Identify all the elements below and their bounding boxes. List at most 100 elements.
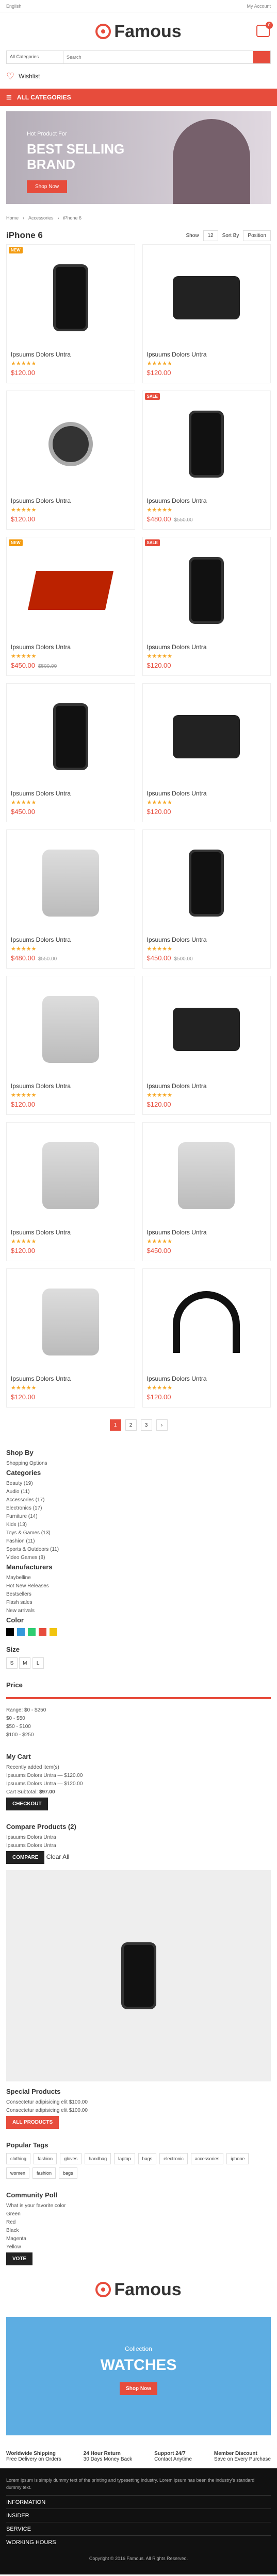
tag-link[interactable]: laptop — [114, 2153, 135, 2164]
wishlist-link[interactable]: ♡ Wishlist — [6, 71, 40, 82]
product-name[interactable]: Ipsuums Dolors Untra — [147, 936, 267, 943]
product-card[interactable]: Ipsuums Dolors Untra ★★★★★ $120.00 — [6, 391, 135, 530]
product-name[interactable]: Ipsuums Dolors Untra — [11, 936, 131, 943]
product-card[interactable]: Ipsuums Dolors Untra ★★★★★ $120.00 SALE — [142, 537, 271, 676]
product-name[interactable]: Ipsuums Dolors Untra — [147, 351, 267, 358]
tag-link[interactable]: fashion — [34, 2153, 57, 2164]
page-link[interactable]: 2 — [125, 1419, 137, 1431]
manufacturer-list-item[interactable]: Hot New Releases — [6, 1583, 271, 1589]
product-card[interactable]: Ipsuums Dolors Untra ★★★★★ $480.00 $550.0… — [142, 391, 271, 530]
all-products-button[interactable]: ALL PRODUCTS — [6, 2116, 59, 2129]
tag-link[interactable]: accessories — [190, 2153, 224, 2164]
sidebar-phone-ad[interactable] — [6, 1870, 271, 2081]
price-options-item[interactable]: $100 - $250 — [6, 1732, 271, 1738]
product-card[interactable]: Ipsuums Dolors Untra ★★★★★ $480.00 $550.0… — [6, 829, 135, 969]
shop-now-button[interactable]: Shop Now — [27, 180, 68, 193]
page-link[interactable]: › — [156, 1419, 168, 1431]
compare-button[interactable]: COMPARE — [6, 1851, 45, 1864]
search-category-select[interactable]: All Categories — [7, 51, 63, 63]
price-options-item[interactable]: $50 - $100 — [6, 1724, 271, 1730]
category-list-item[interactable]: Furniture (14) — [6, 1514, 271, 1519]
tag-link[interactable]: iphone — [226, 2153, 249, 2164]
product-name[interactable]: Ipsuums Dolors Untra — [11, 497, 131, 504]
price-options-item[interactable]: $0 - $50 — [6, 1716, 271, 1721]
category-list-item[interactable]: Beauty (19) — [6, 1481, 271, 1486]
category-list-item[interactable]: Electronics (17) — [6, 1505, 271, 1511]
product-card[interactable]: Ipsuums Dolors Untra ★★★★★ $120.00 — [6, 1122, 135, 1261]
category-list-item[interactable]: Sports & Outdoors (11) — [6, 1547, 271, 1552]
footer-menu-item[interactable]: WORKING HOURS — [6, 2535, 271, 2546]
manufacturer-list-item[interactable]: Flash sales — [6, 1600, 271, 1605]
product-name[interactable]: Ipsuums Dolors Untra — [147, 1375, 267, 1382]
product-name[interactable]: Ipsuums Dolors Untra — [11, 1375, 131, 1382]
tag-link[interactable]: handbag — [85, 2153, 111, 2164]
color-red[interactable] — [39, 1628, 46, 1636]
product-card[interactable]: Ipsuums Dolors Untra ★★★★★ $120.00 — [6, 976, 135, 1115]
product-card[interactable]: Ipsuums Dolors Untra ★★★★★ $450.00 — [6, 683, 135, 822]
manufacturer-list-item[interactable]: Maybelline — [6, 1575, 271, 1581]
footer-menu-item[interactable]: SERVICE — [6, 2522, 271, 2532]
poll-options-item[interactable]: Yellow — [6, 2244, 271, 2250]
color-yellow[interactable] — [50, 1628, 57, 1636]
search-input[interactable] — [63, 51, 253, 63]
product-card[interactable]: Ipsuums Dolors Untra ★★★★★ $120.00 — [142, 976, 271, 1115]
cart-item[interactable]: Ipsuums Dolors Untra — $120.00 — [6, 1773, 271, 1778]
product-card[interactable]: Ipsuums Dolors Untra ★★★★★ $120.00 — [142, 683, 271, 822]
tag-link[interactable]: women — [6, 2167, 30, 2179]
category-list-item[interactable]: Video Games (8) — [6, 1555, 271, 1561]
category-list-item[interactable]: Audio (11) — [6, 1489, 271, 1495]
category-list-item[interactable]: Toys & Games (13) — [6, 1530, 271, 1536]
clear-all-link[interactable]: Clear All — [46, 1853, 70, 1860]
page-link[interactable]: 1 — [109, 1419, 121, 1431]
product-name[interactable]: Ipsuums Dolors Untra — [11, 643, 131, 651]
footer-menu-item[interactable]: INFORMATION — [6, 2495, 271, 2505]
product-card[interactable]: Ipsuums Dolors Untra ★★★★★ $120.00 — [6, 1268, 135, 1408]
language-selector[interactable]: English — [6, 4, 22, 9]
product-card[interactable]: Ipsuums Dolors Untra ★★★★★ $120.00 — [142, 244, 271, 383]
product-name[interactable]: Ipsuums Dolors Untra — [147, 790, 267, 797]
page-link[interactable]: 3 — [140, 1419, 152, 1431]
cart-item[interactable]: Ipsuums Dolors Untra — $120.00 — [6, 1781, 271, 1787]
product-name[interactable]: Ipsuums Dolors Untra — [11, 1229, 131, 1236]
tag-link[interactable]: clothing — [6, 2153, 31, 2164]
product-name[interactable]: Ipsuums Dolors Untra — [147, 497, 267, 504]
product-card[interactable]: Ipsuums Dolors Untra ★★★★★ $120.00 NEW — [6, 244, 135, 383]
search-button[interactable] — [253, 51, 270, 63]
manufacturer-list-item[interactable]: Bestsellers — [6, 1591, 271, 1597]
sort-select[interactable]: Position — [243, 230, 271, 241]
product-name[interactable]: Ipsuums Dolors Untra — [147, 1229, 267, 1236]
category-list-item[interactable]: Kids (13) — [6, 1522, 271, 1528]
tag-link[interactable]: bags — [138, 2153, 157, 2164]
account-link[interactable]: My Account — [247, 4, 271, 9]
special-item[interactable]: Consectetur adipisicing elit $100.00 — [6, 2099, 271, 2105]
product-card[interactable]: Ipsuums Dolors Untra ★★★★★ $120.00 — [142, 1268, 271, 1408]
product-card[interactable]: Ipsuums Dolors Untra ★★★★★ $450.00 — [142, 1122, 271, 1261]
tag-link[interactable]: electronic — [159, 2153, 188, 2164]
poll-options-item[interactable]: Green — [6, 2211, 271, 2217]
price-slider[interactable] — [6, 1697, 271, 1699]
product-card[interactable]: Ipsuums Dolors Untra ★★★★★ $450.00 $500.0… — [142, 829, 271, 969]
product-name[interactable]: Ipsuums Dolors Untra — [147, 1082, 267, 1090]
watch-shop-button[interactable]: Shop Now — [120, 2382, 157, 2395]
vote-button[interactable]: VOTE — [6, 2252, 33, 2265]
tag-link[interactable]: gloves — [60, 2153, 82, 2164]
product-name[interactable]: Ipsuums Dolors Untra — [147, 643, 267, 651]
product-card[interactable]: Ipsuums Dolors Untra ★★★★★ $450.00 $500.0… — [6, 537, 135, 676]
all-categories-menu[interactable]: ☰ ALL CATEGORIES — [0, 89, 277, 106]
product-name[interactable]: Ipsuums Dolors Untra — [11, 351, 131, 358]
category-list-item[interactable]: Fashion (11) — [6, 1538, 271, 1544]
product-name[interactable]: Ipsuums Dolors Untra — [11, 1082, 131, 1090]
watch-collection-ad[interactable]: Collection WATCHES Shop Now — [6, 2317, 271, 2435]
footer-menu-item[interactable]: INSIDER — [6, 2509, 271, 2519]
brand-logo[interactable]: Famous — [95, 22, 182, 42]
color-green[interactable] — [28, 1628, 36, 1636]
tag-link[interactable]: fashion — [32, 2167, 56, 2179]
color-blue[interactable] — [17, 1628, 25, 1636]
show-select[interactable]: 12 — [203, 230, 218, 241]
tag-link[interactable]: bags — [59, 2167, 77, 2179]
category-list-item[interactable]: Accessories (17) — [6, 1497, 271, 1503]
footer-logo[interactable]: Famous — [0, 2272, 277, 2308]
manufacturer-list-item[interactable]: New arrivals — [6, 1608, 271, 1614]
checkout-button[interactable]: CHECKOUT — [6, 1798, 48, 1810]
color-black[interactable] — [6, 1628, 14, 1636]
